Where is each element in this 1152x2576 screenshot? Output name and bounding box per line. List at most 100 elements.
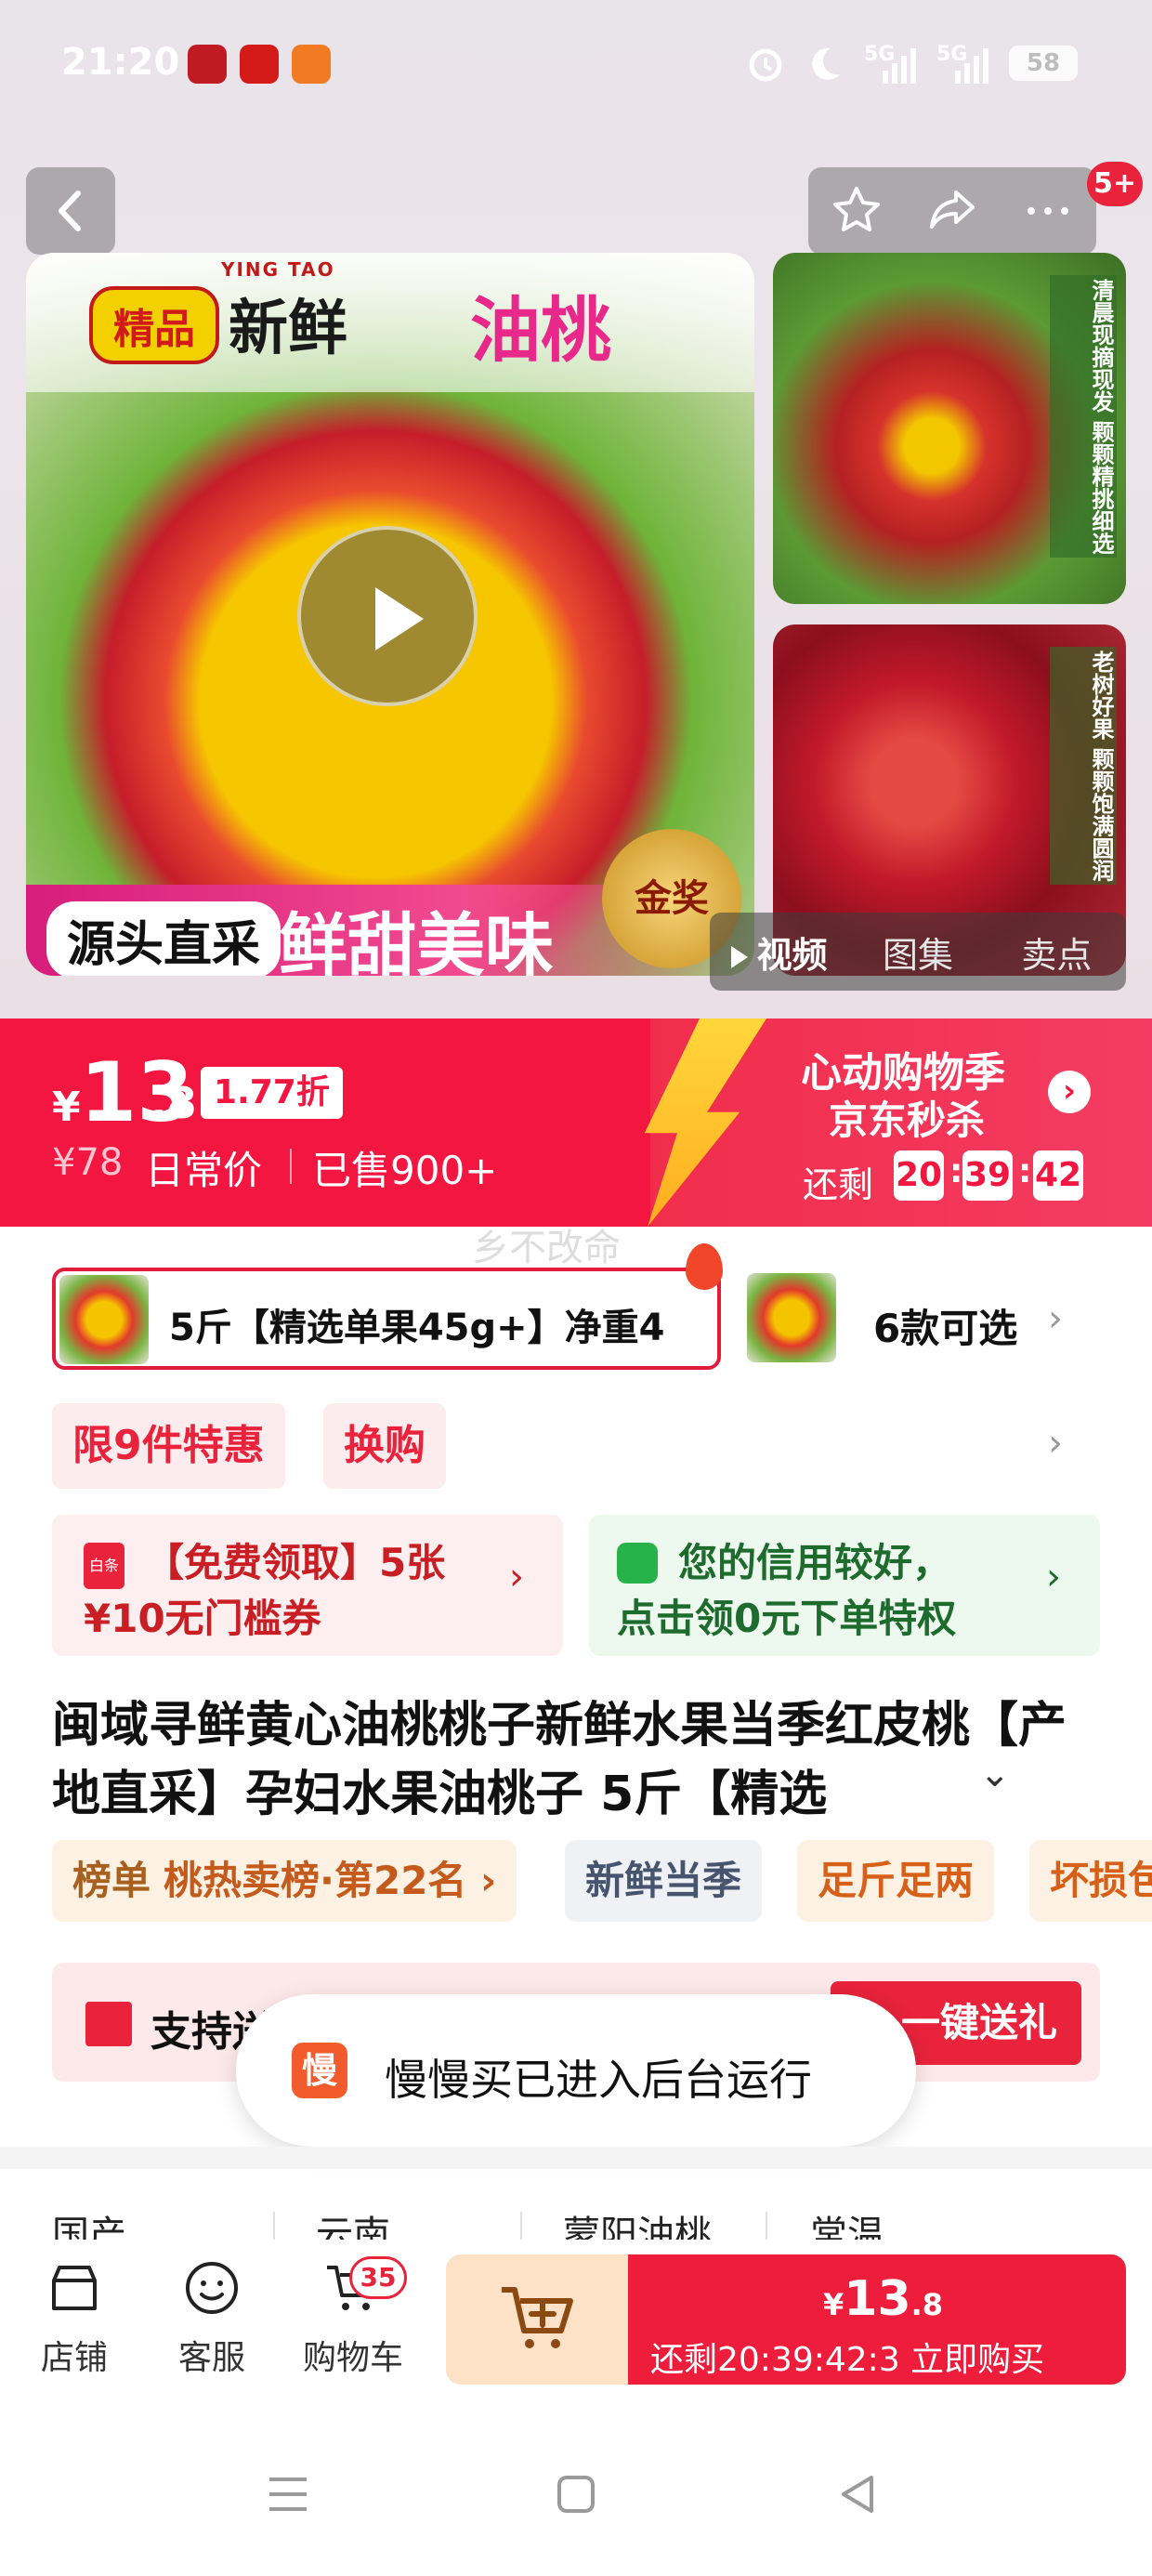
cart-count-badge: 35 bbox=[349, 2256, 407, 2299]
chevron-right-icon[interactable]: › bbox=[1048, 1071, 1091, 1113]
image-tag: 源头直采 bbox=[46, 901, 281, 976]
menu-icon[interactable] bbox=[266, 2474, 310, 2515]
background-toast: 慢 慢慢买已进入后台运行 bbox=[236, 1994, 916, 2147]
star-icon[interactable] bbox=[829, 183, 884, 239]
baitiao-icon: 白条 bbox=[84, 1543, 124, 1589]
thumbnail-caption: 清晨现摘现发 颗颗精挑细选 bbox=[1050, 275, 1117, 559]
moon-icon bbox=[812, 47, 840, 80]
customer-service-button[interactable]: 客服 bbox=[156, 2258, 268, 2379]
original-price-label: 日常价 bbox=[145, 1148, 263, 1193]
media-tabs: 视频 图集 卖点 bbox=[710, 913, 1126, 991]
credit-title: 您的信用较好， bbox=[678, 1540, 952, 1585]
chevron-right-icon: › bbox=[1046, 1556, 1061, 1598]
battery-icon: 58 bbox=[1009, 46, 1078, 81]
sku-more-options[interactable]: 6款可选 bbox=[873, 1297, 1017, 1354]
full-weight-chip[interactable]: 足斤足两 bbox=[797, 1840, 995, 1922]
notification-app-icon bbox=[240, 45, 279, 84]
image-badge: 精品 bbox=[89, 286, 219, 364]
countdown-label: 还剩 bbox=[803, 1164, 874, 1205]
ranking-label: 榜单 bbox=[72, 1858, 151, 1903]
status-icons: 5G 5G 58 bbox=[745, 43, 1078, 84]
promo-subtitle[interactable]: 京东秒杀 bbox=[829, 1089, 985, 1146]
fresh-chip[interactable]: 新鲜当季 bbox=[565, 1840, 763, 1922]
sold-count: 已售900+ bbox=[312, 1148, 498, 1193]
countdown-minutes: 39 bbox=[962, 1150, 1013, 1201]
chevron-right-icon[interactable]: › bbox=[1048, 1422, 1063, 1465]
shopping-bag-icon bbox=[617, 1543, 658, 1584]
product-title: 闽域寻鲜黄心油桃桃子新鲜水果当季红皮桃【产地直采】孕妇水果油桃子 5斤【精选 bbox=[52, 1698, 1067, 1822]
play-icon bbox=[730, 946, 748, 968]
cart-plus-icon bbox=[502, 2287, 573, 2348]
back-icon[interactable] bbox=[836, 2472, 881, 2517]
gallery-thumbnail[interactable]: 清晨现摘现发 颗颗精挑细选 bbox=[773, 253, 1126, 604]
coupon-title: 【免费领取】5张 bbox=[145, 1540, 446, 1585]
image-title-accent: 油桃 bbox=[470, 289, 611, 372]
sku-label: 5斤【精选单果45g+】净重4 bbox=[169, 1307, 665, 1349]
coupon-card[interactable]: 白条 【免费领取】5张 ¥10无门槛券 › bbox=[52, 1515, 563, 1656]
shop-label: 店铺 bbox=[40, 2339, 108, 2377]
countdown-hours: 20 bbox=[894, 1150, 944, 1201]
damage-compensation-chip[interactable]: 坏损包 bbox=[1029, 1840, 1152, 1922]
more-dots-icon[interactable] bbox=[1020, 183, 1076, 239]
back-button[interactable] bbox=[26, 167, 115, 255]
notification-app-icon bbox=[292, 45, 331, 84]
countdown-colon: : bbox=[1018, 1152, 1032, 1190]
original-price: ¥78 bbox=[52, 1141, 124, 1184]
price-currency: ¥ bbox=[52, 1084, 81, 1131]
sku-thumbnail bbox=[59, 1275, 149, 1364]
play-icon[interactable] bbox=[297, 526, 478, 706]
buy-now-label: 还剩20:39:42:3 立即购买 bbox=[650, 2341, 1045, 2379]
customer-service-label: 客服 bbox=[177, 2339, 245, 2377]
status-bar: 21:20 5G 5G 58 bbox=[0, 0, 1152, 139]
alarm-icon bbox=[749, 48, 782, 82]
chevron-right-icon[interactable]: › bbox=[1048, 1297, 1063, 1340]
image-title: 新鲜 bbox=[229, 295, 347, 363]
shop-button[interactable]: 店铺 bbox=[19, 2258, 130, 2379]
buy-now-button[interactable]: ¥13.8 还剩20:39:42:3 立即购买 bbox=[628, 2254, 1126, 2385]
system-navigation-bar bbox=[0, 2416, 1152, 2576]
credit-subtitle: 点击领0元下单特权 bbox=[617, 1596, 957, 1641]
signal-icon: 5G bbox=[864, 43, 916, 84]
toast-message: 慢慢买已进入后台运行 bbox=[385, 2055, 812, 2105]
discount-badge: 1.77折 bbox=[201, 1067, 343, 1119]
buy-price: ¥13.8 bbox=[823, 2271, 944, 2327]
main-product-video[interactable]: YING TAO 精品 新鲜 油桃 源头直采 鲜甜美味 金奖 bbox=[26, 253, 754, 976]
shop-icon bbox=[52, 2266, 97, 2310]
app-icon: 慢 bbox=[292, 2043, 347, 2098]
watermark: 乡不改命 bbox=[472, 1227, 621, 1269]
chevron-down-icon[interactable]: ⌄ bbox=[979, 1753, 1011, 1795]
sku-thumbnail[interactable] bbox=[747, 1273, 836, 1362]
share-icon[interactable] bbox=[924, 183, 980, 239]
chevron-right-icon: › bbox=[509, 1556, 524, 1598]
top-action-group bbox=[808, 167, 1096, 255]
price-decimal: .8 bbox=[151, 1078, 197, 1128]
limit-offer-tag[interactable]: 限9件特惠 bbox=[52, 1403, 285, 1489]
sku-option-selected[interactable]: 5斤【精选单果45g+】净重4 bbox=[52, 1268, 721, 1370]
credit-privilege-card[interactable]: 您的信用较好， 点击领0元下单特权 › bbox=[589, 1515, 1100, 1656]
tab-video[interactable]: 视频 bbox=[710, 927, 848, 978]
tab-selling-points[interactable]: 卖点 bbox=[988, 927, 1126, 978]
home-icon[interactable] bbox=[554, 2472, 598, 2517]
section-divider bbox=[0, 2147, 1152, 2169]
fire-icon bbox=[686, 1243, 723, 1290]
notification-app-icon bbox=[188, 45, 227, 84]
divider bbox=[290, 1149, 292, 1184]
thumbnail-caption: 老树好果 颗颗饱满圆润 bbox=[1050, 647, 1117, 886]
image-slogan: 鲜甜美味 bbox=[279, 906, 554, 976]
exchange-tag[interactable]: 换购 bbox=[323, 1403, 446, 1489]
signal-icon: 5G bbox=[936, 43, 988, 84]
ranking-chip[interactable]: 榜单 桃热卖榜·第22名 › bbox=[52, 1840, 517, 1922]
add-to-cart-button[interactable] bbox=[446, 2254, 628, 2385]
tab-gallery[interactable]: 图集 bbox=[848, 927, 987, 978]
smile-icon bbox=[186, 2262, 238, 2314]
countdown-colon: : bbox=[949, 1152, 963, 1190]
ranking-value: 桃热卖榜·第22名 bbox=[164, 1858, 467, 1903]
countdown-seconds: 42 bbox=[1033, 1150, 1083, 1201]
image-pinyin: YING TAO bbox=[221, 258, 335, 281]
gift-icon bbox=[85, 2002, 132, 2046]
coupon-subtitle: ¥10无门槛券 bbox=[84, 1596, 321, 1641]
cart-label: 购物车 bbox=[302, 2339, 403, 2377]
message-badge: 5+ bbox=[1087, 162, 1143, 206]
chevron-left-icon bbox=[59, 191, 81, 231]
status-time: 21:20 bbox=[61, 41, 180, 84]
